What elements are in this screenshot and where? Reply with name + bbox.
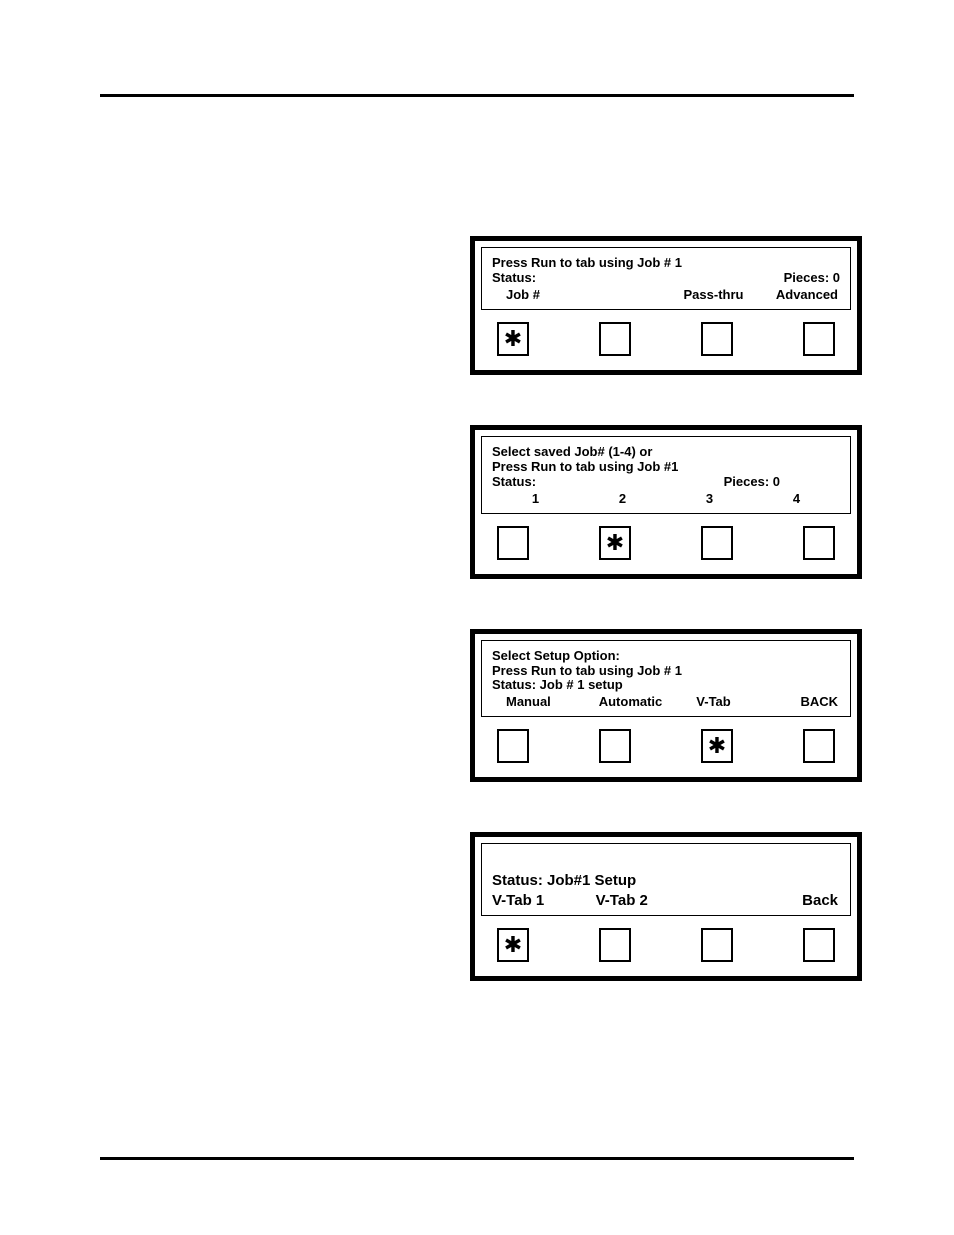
softkey-label-1: 1 (492, 492, 579, 507)
softkey-2[interactable] (599, 928, 631, 962)
prompt-line-1: Select Setup Option: (492, 649, 840, 664)
panel-column: Press Run to tab using Job # 1 Status: P… (470, 236, 862, 1031)
softkey-label-1: Job # (492, 288, 589, 303)
prompt-line-1: Select saved Job# (1-4) or (492, 445, 840, 460)
softkey-2[interactable]: ✱ (599, 526, 631, 560)
softkey-label-3: V-Tab (672, 695, 755, 710)
softkey-label-4: 4 (753, 492, 840, 507)
softkey-label-2 (589, 288, 672, 303)
softkey-label-3: 3 (666, 492, 753, 507)
softkey-3[interactable] (701, 526, 733, 560)
softkey-label-1: Manual (492, 695, 589, 710)
softkey-label-3 (665, 892, 752, 909)
softkey-row: ✱ (475, 316, 857, 370)
status-label: Status: (492, 475, 536, 490)
softkey-1[interactable]: ✱ (497, 928, 529, 962)
softkey-row: ✱ (475, 520, 857, 574)
lcd-display: Status: Job#1 Setup V-Tab 1 V-Tab 2 Back (481, 843, 851, 916)
status-line: Status: Job#1 Setup (492, 872, 840, 889)
softkey-1[interactable]: ✱ (497, 322, 529, 356)
softkey-4[interactable] (803, 928, 835, 962)
softkey-4[interactable] (803, 322, 835, 356)
control-panel-1: Press Run to tab using Job # 1 Status: P… (470, 236, 862, 375)
prompt-line-2: Press Run to tab using Job # 1 (492, 664, 840, 679)
footer-rule (100, 1157, 854, 1160)
softkey-row: ✱ (475, 922, 857, 976)
softkey-label-2: V-Tab 2 (579, 892, 666, 909)
control-panel-4: Status: Job#1 Setup V-Tab 1 V-Tab 2 Back… (470, 832, 862, 981)
softkey-4[interactable] (803, 729, 835, 763)
softkey-3[interactable] (701, 928, 733, 962)
pieces-label: Pieces: 0 (784, 271, 840, 286)
softkey-1[interactable] (497, 729, 529, 763)
softkey-3[interactable]: ✱ (701, 729, 733, 763)
control-panel-2: Select saved Job# (1-4) or Press Run to … (470, 425, 862, 579)
softkey-label-1: V-Tab 1 (492, 892, 579, 909)
softkey-label-4: Advanced (755, 288, 840, 303)
softkey-2[interactable] (599, 729, 631, 763)
prompt-line: Press Run to tab using Job # 1 (492, 256, 840, 271)
lcd-display: Select Setup Option: Press Run to tab us… (481, 640, 851, 718)
pieces-label: Pieces: 0 (724, 475, 840, 490)
softkey-3[interactable] (701, 322, 733, 356)
lcd-display: Select saved Job# (1-4) or Press Run to … (481, 436, 851, 514)
softkey-4[interactable] (803, 526, 835, 560)
softkey-1[interactable] (497, 526, 529, 560)
softkey-label-4: Back (752, 892, 841, 909)
softkey-2[interactable] (599, 322, 631, 356)
control-panel-3: Select Setup Option: Press Run to tab us… (470, 629, 862, 783)
softkey-label-2: Automatic (589, 695, 672, 710)
status-line: Status: Job # 1 setup (492, 678, 840, 693)
status-label: Status: (492, 271, 536, 286)
softkey-label-3: Pass-thru (672, 288, 755, 303)
document-page: Press Run to tab using Job # 1 Status: P… (0, 0, 954, 1235)
softkey-row: ✱ (475, 723, 857, 777)
header-rule (100, 94, 854, 97)
softkey-label-4: BACK (755, 695, 840, 710)
prompt-line-2: Press Run to tab using Job #1 (492, 460, 840, 475)
softkey-label-2: 2 (579, 492, 666, 507)
lcd-display: Press Run to tab using Job # 1 Status: P… (481, 247, 851, 310)
